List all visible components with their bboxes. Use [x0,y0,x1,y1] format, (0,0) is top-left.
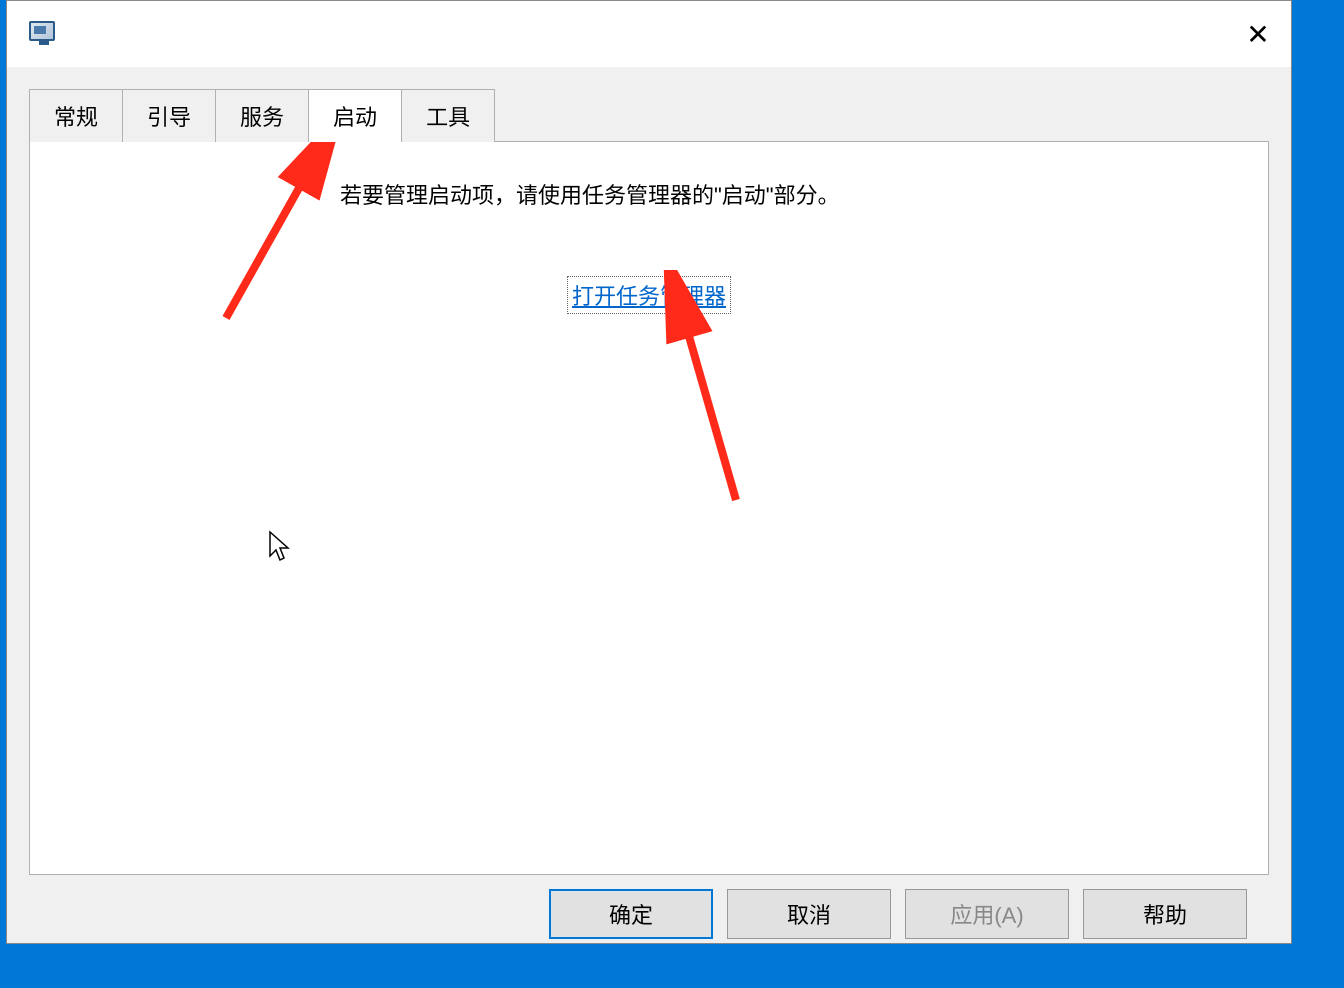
close-button[interactable]: ✕ [1235,11,1281,57]
tab-boot[interactable]: 引导 [122,89,216,142]
open-task-manager-link[interactable]: 打开任务管理器 [567,276,731,314]
tab-services[interactable]: 服务 [215,89,309,142]
tab-strip: 常规 引导 服务 启动 工具 [29,89,1269,142]
tab-tools[interactable]: 工具 [401,89,495,142]
startup-panel: 若要管理启动项，请使用任务管理器的"启动"部分。 打开任务管理器 [29,141,1269,875]
help-button[interactable]: 帮助 [1083,889,1247,939]
tab-startup[interactable]: 启动 [308,89,402,142]
tab-general[interactable]: 常规 [29,89,123,142]
ok-button[interactable]: 确定 [549,889,713,939]
startup-info-text: 若要管理启动项，请使用任务管理器的"启动"部分。 [340,178,1238,210]
cancel-button[interactable]: 取消 [727,889,891,939]
mouse-cursor-icon [268,530,292,567]
titlebar: ✕ [7,1,1291,67]
msconfig-window: ✕ 常规 引导 服务 启动 工具 若要管理启动项，请使用任务管理器的"启动"部分… [6,0,1292,944]
dialog-button-row: 确定 取消 应用(A) 帮助 [29,875,1269,939]
app-icon [29,21,59,47]
apply-button[interactable]: 应用(A) [905,889,1069,939]
